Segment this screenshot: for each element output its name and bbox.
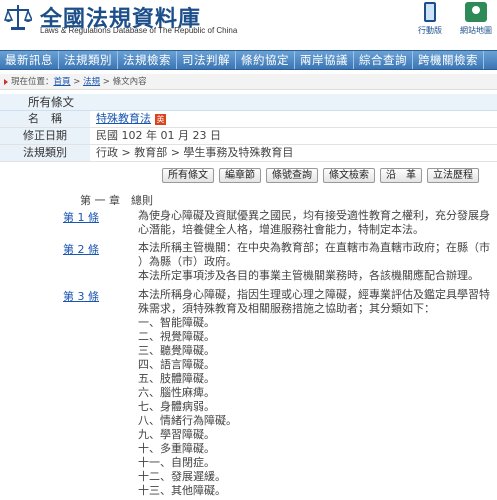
article-list-item: 七、身體病弱。 (138, 400, 215, 413)
info-row-amend-date: 修正日期 民國 102 年 01 月 23 日 (0, 128, 497, 145)
article-list-item: 十二、發展遲緩。 (138, 470, 226, 483)
article-number-query-button[interactable]: 條號查詢 (266, 168, 318, 183)
main-nav: 最新訊息 法規類別 法規檢索 司法判解 條約協定 兩岸協議 綜合查詢 跨機關檢索 (0, 50, 497, 70)
article-text-line: 為使身心障礙及資賦優異之國民，均有接受適性教育之權利，充分發展身 (138, 209, 490, 222)
article-number-link[interactable]: 第 2 條 (63, 241, 99, 257)
article-text-line: 本法所稱主管機關：在中央為教育部；在直轄市為直轄市政府；在縣（市 (138, 241, 490, 254)
breadcrumb-home-link[interactable]: 首頁 (54, 77, 71, 87)
map-pin-icon (465, 2, 487, 22)
info-heading: 所有條文 (0, 94, 497, 111)
info-row-name: 名稱 特殊教育法英 (0, 111, 497, 128)
info-value-category: 行政 > 教育部 > 學生事務及特殊教育目 (96, 146, 294, 159)
law-name-link[interactable]: 特殊教育法 (96, 112, 151, 125)
chapter-title: 第 一 章 總則 (80, 194, 153, 207)
scales-of-justice-logo-icon[interactable] (4, 3, 32, 33)
nav-item-law-search[interactable]: 法規檢索 (118, 51, 177, 69)
article-list-item: 九、學習障礙。 (138, 428, 215, 441)
article-list-item: 四、語言障礙。 (138, 358, 215, 371)
article-text-line: 殊需求，須特殊教育及相關服務措施之協助者；其分類如下： (138, 302, 435, 315)
breadcrumb-laws-link[interactable]: 法規 (83, 77, 100, 87)
info-label-category: 法規類別 (0, 145, 90, 161)
article-text: 為使身心障礙及資賦優異之國民，均有接受適性教育之權利，充分發展身 心潛能，培養健… (138, 209, 490, 237)
nav-item-cross-strait[interactable]: 兩岸協議 (295, 51, 354, 69)
article-list-item: 一、智能障礙。 (138, 316, 215, 329)
info-value-name: 特殊教育法英 (96, 111, 166, 127)
breadcrumb: 現在位置：首頁 > 法規 > 條文內容 (0, 74, 497, 90)
article-list-item: 二、視覺障礙。 (138, 330, 215, 343)
article-search-button[interactable]: 條文檢索 (323, 168, 375, 183)
legislative-history-button[interactable]: 立法歷程 (427, 168, 479, 183)
nav-item-news[interactable]: 最新訊息 (0, 51, 59, 69)
article-list-item: 十三、其他障礙。 (138, 484, 226, 497)
nav-item-judicial[interactable]: 司法判解 (177, 51, 236, 69)
english-version-badge[interactable]: 英 (155, 113, 166, 125)
info-label-name: 名稱 (0, 111, 90, 127)
article-text: 本法所稱主管機關：在中央為教育部；在直轄市為直轄市政府；在縣（市 ）為縣（市）政… (138, 241, 490, 283)
mobile-phone-icon (424, 2, 436, 22)
article-number-link[interactable]: 第 1 條 (63, 209, 99, 225)
info-label-amend-date: 修正日期 (0, 128, 90, 144)
article-list-item: 三、聽覺障礙。 (138, 344, 215, 357)
sitemap-label: 網站地圖 (460, 26, 492, 35)
site-subtitle: Laws & Regulations Database of The Repub… (40, 26, 238, 35)
article-text-line: 心潛能，培養健全人格，增進服務社會能力，特制定本法。 (138, 223, 424, 236)
nav-item-cross-agency[interactable]: 跨機關檢索 (413, 51, 484, 69)
nav-item-law-categories[interactable]: 法規類別 (59, 51, 118, 69)
site-header: 全國法規資料庫 Laws & Regulations Database of T… (0, 0, 497, 38)
article-list-item: 十一、自閉症。 (138, 456, 215, 469)
breadcrumb-prefix: 現在位置： (11, 77, 54, 87)
law-info-table: 所有條文 名稱 特殊教育法英 修正日期 民國 102 年 01 月 23 日 法… (0, 94, 497, 162)
chapters-button[interactable]: 編章節 (219, 168, 261, 183)
article-list-item: 十、多重障礙。 (138, 442, 215, 455)
article-list-item: 八、情緒行為障礙。 (138, 414, 237, 427)
article-text-line: ）為縣（市）政府。 (138, 255, 237, 268)
article-list-item: 六、腦性麻痺。 (138, 386, 215, 399)
history-button[interactable]: 沿 革 (380, 168, 422, 183)
breadcrumb-current: 條文內容 (112, 77, 147, 87)
breadcrumb-separator: > (70, 77, 84, 87)
article-text-line: 本法所稱身心障礙，指因生理或心理之障礙，經專業評估及鑑定具學習特 (138, 288, 490, 301)
nav-item-treaties[interactable]: 條約協定 (236, 51, 295, 69)
article-toolbar: 所有條文 編章節 條號查詢 條文檢索 沿 革 立法歷程 (162, 168, 479, 183)
mobile-version-link[interactable]: 行動版 (408, 0, 452, 38)
mobile-version-label: 行動版 (418, 26, 442, 35)
breadcrumb-separator: > (100, 77, 113, 87)
breadcrumb-arrow-icon (4, 78, 8, 85)
all-articles-button[interactable]: 所有條文 (162, 168, 214, 183)
article-list-item: 五、肢體障礙。 (138, 372, 215, 385)
article-text: 本法所稱身心障礙，指因生理或心理之障礙，經專業評估及鑑定具學習特 殊需求，須特殊… (138, 288, 490, 498)
info-row-category: 法規類別 行政 > 教育部 > 學生事務及特殊教育目 (0, 145, 497, 162)
article-number-link[interactable]: 第 3 條 (63, 288, 99, 304)
info-value-amend-date: 民國 102 年 01 月 23 日 (96, 129, 221, 142)
nav-item-general-search[interactable]: 綜合查詢 (354, 51, 413, 69)
sitemap-link[interactable]: 網站地圖 (455, 0, 497, 38)
article-text-line: 本法所定事項涉及各目的事業主管機關業務時，各該機關應配合辦理。 (138, 269, 479, 282)
